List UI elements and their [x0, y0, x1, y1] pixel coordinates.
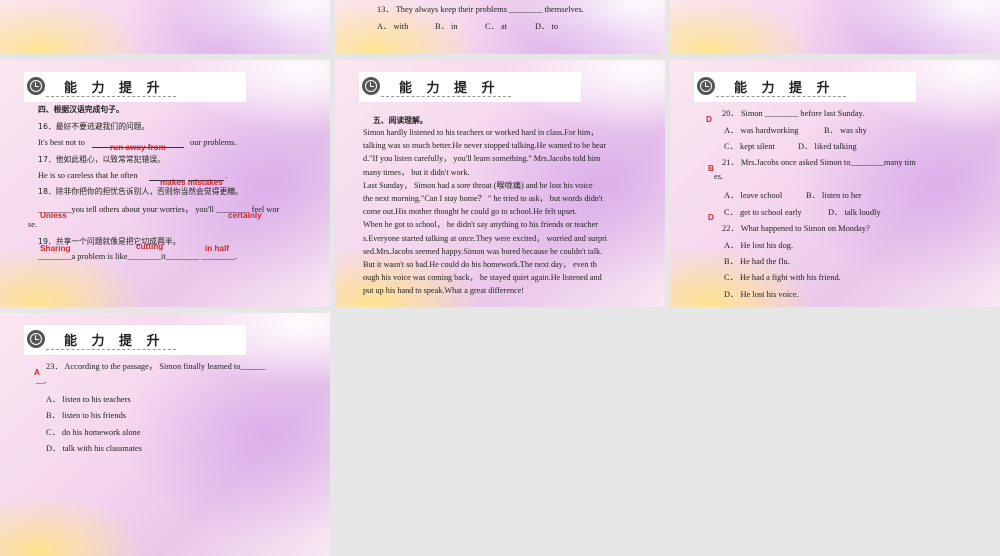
- slide-top-right: [670, 0, 1000, 54]
- q20-option-c: C． kept silent: [724, 142, 775, 151]
- q19-answer-2: cutting: [136, 242, 164, 251]
- header-title: 能 力 提 升: [64, 81, 165, 96]
- slide-reading: 能 力 提 升 五、阅读理解。 Simon hardly listened to…: [335, 60, 665, 307]
- q22-option-c: C． He had a fight with his friend.: [724, 273, 841, 282]
- q21-option-c: C． get to school early: [724, 208, 802, 217]
- q18-answer-1: Unless: [40, 211, 67, 220]
- q18-answer-2: certainly: [228, 211, 262, 220]
- q20-option-a: A． was hardworking: [724, 126, 799, 135]
- option-c: C． at: [485, 22, 508, 31]
- clock-icon: [697, 77, 715, 95]
- q20-option-d: D． liked talking: [798, 142, 857, 151]
- header-divider: [381, 96, 511, 97]
- option-b: B． in: [435, 22, 458, 31]
- slide-header: 能 力 提 升: [359, 72, 581, 102]
- q23-option-a: A． listen to his teachers: [46, 395, 131, 404]
- q16-right: our problems.: [190, 138, 237, 147]
- question-23: 23． According to the passage， Simon fina…: [46, 362, 266, 371]
- header-divider: [716, 96, 846, 97]
- q23-option-d: D． talk with his classmates: [46, 444, 142, 453]
- q22-answer: D: [708, 213, 714, 222]
- slide-header: 能 力 提 升: [694, 72, 916, 102]
- header-title: 能 力 提 升: [399, 81, 500, 96]
- q19-line: ________a problem is like________it_____…: [38, 252, 237, 261]
- question-13: 13． They always keep their problems ____…: [377, 5, 584, 14]
- q22-option-b: B． He had the flu.: [724, 257, 790, 266]
- slide-top-middle: 13． They always keep their problems ____…: [335, 0, 665, 54]
- question-21: 21． Mrs.Jacobs once asked Simon to______…: [722, 158, 916, 167]
- option-d: D． to: [535, 22, 559, 31]
- q16-left: It's best not to: [38, 138, 85, 147]
- q17-left: He is so careless that he often: [38, 171, 138, 180]
- slide-header: 能 力 提 升: [24, 325, 246, 355]
- q20-answer: D: [706, 115, 712, 124]
- q23-option-c: C． do his homework alone: [46, 428, 141, 437]
- slide-sentence-completion: 能 力 提 升 四、根据汉语完成句子。 16．最好不要逃避我们的问题。 It's…: [0, 60, 330, 307]
- slide-header: 能 力 提 升: [24, 72, 246, 102]
- q22-option-a: A． He lost his dog.: [724, 241, 794, 250]
- slide-top-left: [0, 0, 330, 54]
- q18-line-2: se.: [28, 220, 38, 229]
- question-22: 22． What happened to Simon on Monday?: [722, 224, 870, 233]
- section-title: 五、阅读理解。: [373, 116, 428, 125]
- q21-option-a: A． leave school: [724, 191, 783, 200]
- q16-chinese: 16．最好不要逃避我们的问题。: [38, 122, 150, 131]
- question-23-cont: __.: [36, 376, 47, 385]
- header-title: 能 力 提 升: [734, 81, 835, 96]
- reading-passage: Simon hardly listened to his teachers or…: [363, 128, 607, 296]
- section-title: 四、根据汉语完成句子。: [38, 105, 124, 114]
- header-title: 能 力 提 升: [64, 334, 165, 349]
- q21-option-b: B． listen to her: [806, 191, 862, 200]
- q18-chinese: 18．除非你把你的担忧告诉别人，否则你当然会觉得更糟。: [38, 187, 243, 196]
- q21-option-d: D． talk loudly: [828, 208, 881, 217]
- header-divider: [46, 96, 176, 97]
- clock-icon: [27, 330, 45, 348]
- q17-chinese: 17．他如此粗心，以致常常犯错误。: [38, 155, 165, 164]
- question-20: 20． Simon ________ before last Sunday.: [722, 109, 865, 118]
- q16-answer: run away from: [110, 143, 166, 152]
- clock-icon: [27, 77, 45, 95]
- header-divider: [46, 349, 176, 350]
- slide-question-23: 能 力 提 升 23． According to the passage， Si…: [0, 313, 330, 556]
- option-a: A． with: [377, 22, 409, 31]
- clock-icon: [362, 77, 380, 95]
- q17-right: .: [225, 171, 228, 180]
- question-21-cont: es.: [714, 172, 724, 181]
- q20-option-b: B． was shy: [824, 126, 867, 135]
- q23-option-b: B． listen to his friends: [46, 411, 127, 420]
- slide-questions-20-22: 能 力 提 升 20． Simon ________ before last S…: [670, 60, 1000, 307]
- q22-option-d: D． He lost his voice.: [724, 290, 799, 299]
